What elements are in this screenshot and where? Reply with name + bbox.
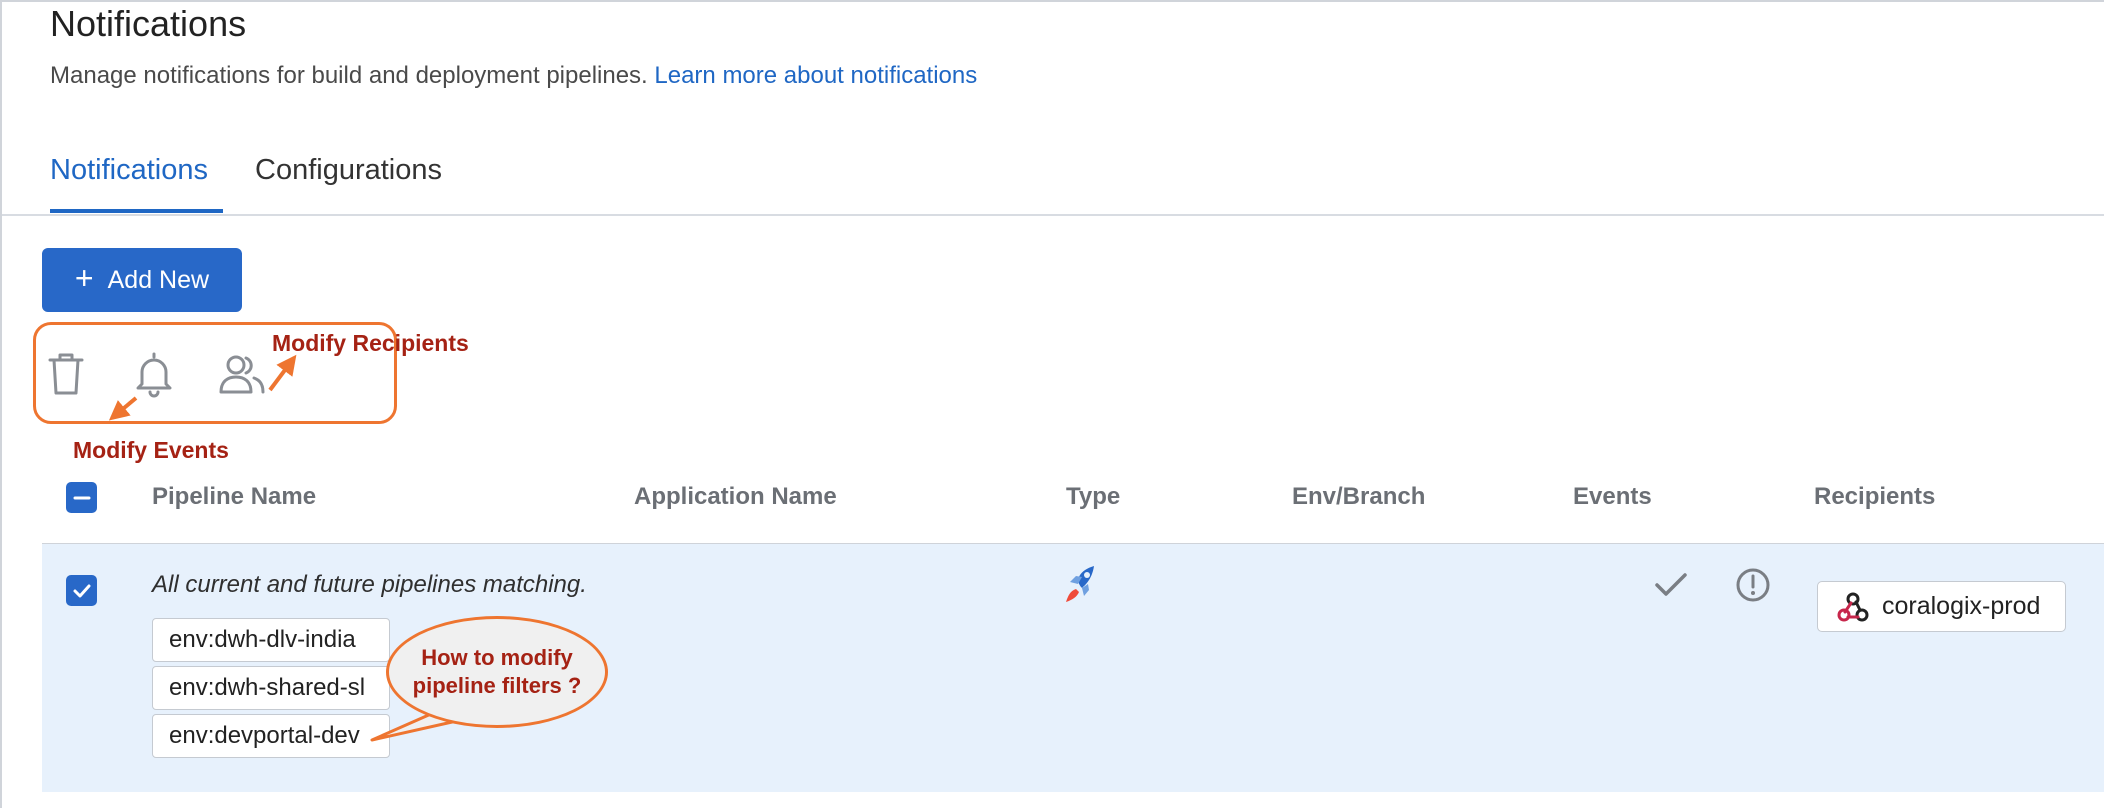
callout-line-2: pipeline filters ? [412,673,582,698]
column-header-application-name[interactable]: Application Name [634,483,837,511]
annotation-modify-events: Modify Events [73,437,229,463]
check-icon [1655,573,1687,596]
alert-circle-icon [1736,568,1770,602]
column-header-recipients[interactable]: Recipients [1814,483,1935,511]
bell-icon[interactable] [128,348,180,400]
annotation-modify-recipients: Modify Recipients [272,330,469,356]
subtitle-text: Manage notifications for build and deplo… [50,62,648,89]
page-title: Notifications [50,3,247,44]
trash-icon[interactable] [40,348,92,400]
tab-notifications[interactable]: Notifications [50,152,208,188]
callout-line-1: How to modify [421,645,573,670]
webhook-icon [1837,592,1869,621]
tab-configurations[interactable]: Configurations [255,152,442,188]
pipeline-filter-chip[interactable]: env:dwh-shared-sl [152,666,390,710]
page-subtitle: Manage notifications for build and deplo… [50,62,977,90]
row-checkbox[interactable] [66,575,97,606]
add-new-label: Add New [107,265,210,294]
rocket-icon [1066,566,1094,602]
callout-bubble: How to modify pipeline filters ? [386,616,608,728]
recipient-chip[interactable]: coralogix-prod [1817,581,2066,632]
column-header-pipeline-name[interactable]: Pipeline Name [152,483,316,511]
add-new-button[interactable]: + Add New [42,248,242,312]
frame-left-border [0,0,2,808]
active-tab-indicator [50,209,223,213]
recipient-name: coralogix-prod [1882,592,2041,620]
frame-top-border [0,0,2104,2]
pipeline-match-description: All current and future pipelines matchin… [152,571,587,598]
users-icon[interactable] [216,348,268,400]
column-header-type[interactable]: Type [1066,483,1120,511]
column-header-events[interactable]: Events [1573,483,1652,511]
pipeline-filter-chip[interactable]: env:devportal-dev [152,714,390,758]
column-header-env-branch[interactable]: Env/Branch [1292,483,1425,511]
plus-icon: + [74,260,94,296]
pipeline-filter-chip[interactable]: env:dwh-dlv-india [152,618,390,662]
select-all-checkbox[interactable] [66,482,97,513]
tabs-divider [2,214,2104,216]
learn-more-link[interactable]: Learn more about notifications [654,62,977,89]
